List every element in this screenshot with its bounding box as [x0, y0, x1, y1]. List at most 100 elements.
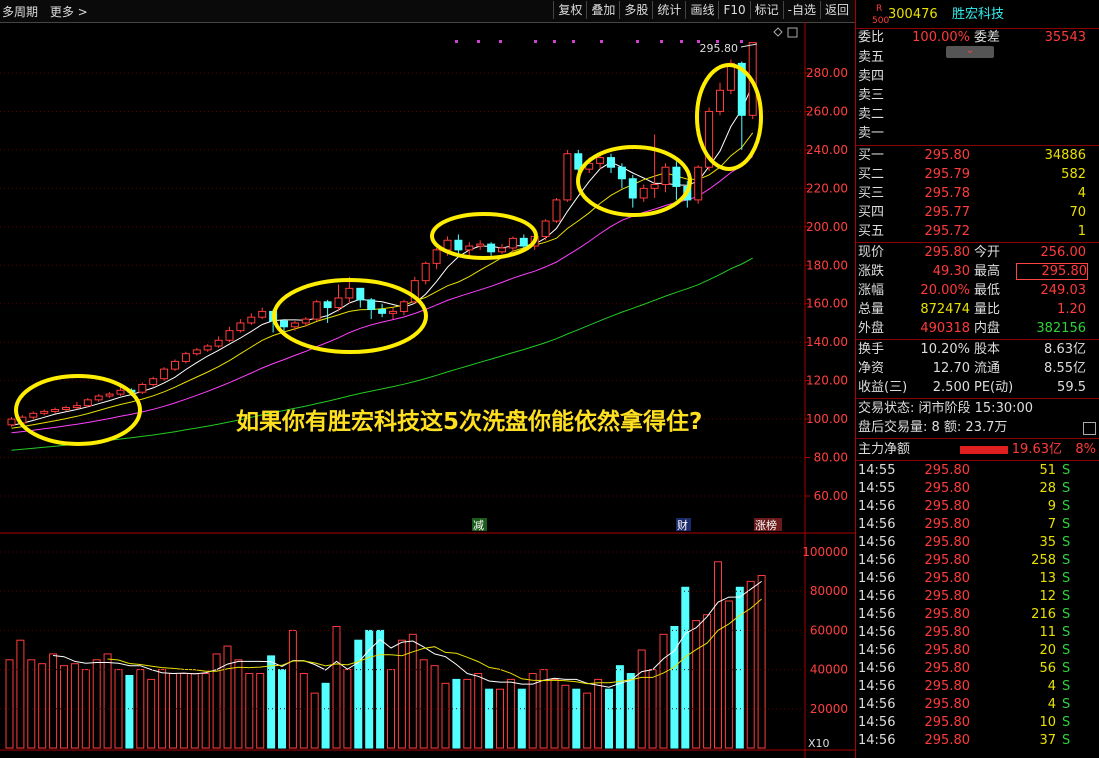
volume-bar[interactable] [703, 614, 712, 749]
candle[interactable] [617, 166, 626, 180]
candle[interactable] [171, 360, 179, 370]
diamond-icon[interactable] [773, 27, 783, 37]
window-toggle-icon[interactable] [787, 27, 798, 38]
volume-bar[interactable] [310, 692, 319, 749]
volume-bar[interactable] [517, 688, 526, 749]
candle[interactable] [323, 301, 332, 309]
candle[interactable] [62, 407, 70, 410]
volume-bar[interactable] [201, 673, 210, 749]
candle[interactable] [105, 393, 114, 397]
volume-bar[interactable] [376, 629, 385, 749]
candle[interactable] [192, 349, 201, 355]
kline-chart-area[interactable]: 多周期 更多 > 复权 叠加 多股 统计 画线 F10 标记 -自选 返回 280.00 260.… [0, 0, 855, 758]
chart-canvas[interactable]: 280.00 260.00 240.00 220.00 200.00 180.00 160.… [0, 0, 855, 758]
candle[interactable] [628, 178, 637, 199]
marker-jian[interactable]: 减 [473, 519, 484, 532]
volume-bar[interactable] [583, 692, 592, 749]
volume-bar[interactable] [724, 600, 733, 749]
candle[interactable] [454, 239, 463, 251]
candle[interactable] [312, 301, 321, 320]
candle[interactable] [498, 247, 506, 253]
volume-bar[interactable] [626, 673, 635, 749]
volume-bar[interactable] [49, 653, 58, 749]
volume-bar[interactable] [92, 659, 101, 749]
candle[interactable] [356, 287, 365, 301]
volume-bar[interactable] [615, 665, 624, 749]
volume-bar[interactable] [659, 633, 668, 749]
candle[interactable] [116, 389, 125, 395]
volume-bar[interactable] [605, 688, 613, 749]
candle[interactable] [476, 243, 485, 247]
volume-bar[interactable] [681, 586, 690, 749]
candle[interactable] [236, 322, 245, 332]
candle[interactable] [519, 237, 528, 247]
volume-bar[interactable] [463, 678, 472, 749]
candle[interactable] [650, 184, 659, 189]
candle[interactable] [367, 299, 376, 310]
candle[interactable] [290, 322, 299, 328]
candle[interactable] [334, 297, 343, 309]
volume-bar[interactable] [5, 659, 14, 749]
volume-bar[interactable] [485, 688, 494, 749]
candle[interactable] [508, 237, 517, 249]
candle[interactable] [280, 320, 288, 328]
candle[interactable] [563, 153, 572, 201]
marker-cai[interactable]: 财 [677, 518, 688, 532]
volume-bar[interactable] [561, 684, 570, 749]
volume-bar[interactable] [550, 678, 559, 749]
candle[interactable] [541, 220, 550, 237]
volume-bar[interactable] [692, 620, 701, 749]
candle[interactable] [421, 262, 430, 282]
expand-icon[interactable] [1083, 422, 1096, 435]
volume-bar[interactable] [714, 561, 722, 749]
candle[interactable] [94, 395, 103, 401]
volume-bar[interactable] [256, 673, 265, 749]
volume-bar[interactable] [496, 688, 504, 749]
volume-bar[interactable] [27, 659, 36, 749]
volume-bar[interactable] [735, 586, 744, 749]
volume-bar[interactable] [594, 678, 603, 749]
candle[interactable] [432, 249, 441, 264]
volume-bar[interactable] [670, 625, 679, 749]
candle[interactable] [661, 166, 670, 186]
candle[interactable] [487, 243, 496, 253]
candle[interactable] [596, 157, 605, 164]
candle[interactable] [399, 301, 408, 312]
candle[interactable] [672, 166, 681, 187]
volume-bar[interactable] [419, 659, 428, 749]
volume-bar[interactable] [16, 639, 25, 749]
candle[interactable] [716, 89, 724, 112]
candle[interactable] [378, 308, 387, 314]
candle[interactable] [214, 339, 223, 347]
candle[interactable] [639, 187, 648, 199]
candle[interactable] [203, 345, 212, 351]
volume-bar[interactable] [288, 629, 297, 749]
candle[interactable] [694, 166, 703, 201]
candle[interactable] [160, 368, 169, 380]
candle[interactable] [258, 310, 267, 318]
candle[interactable] [7, 418, 16, 426]
volume-bar[interactable] [179, 673, 188, 749]
marker-zhangbang[interactable]: 涨榜 [755, 518, 777, 532]
candle[interactable] [301, 318, 310, 324]
candle[interactable] [29, 412, 38, 418]
volume-bar[interactable] [506, 678, 515, 749]
candle[interactable] [389, 310, 397, 314]
candle[interactable] [607, 157, 615, 168]
volume-bar[interactable] [299, 673, 308, 749]
volume-bar[interactable] [528, 673, 537, 749]
volume-bar[interactable] [223, 645, 232, 749]
candle[interactable] [138, 383, 147, 393]
candle[interactable] [552, 199, 561, 222]
candle[interactable] [72, 405, 81, 409]
candle[interactable] [181, 353, 190, 362]
volume-bar[interactable] [637, 649, 646, 749]
volume-bar[interactable] [169, 673, 177, 749]
volume-bar[interactable] [245, 673, 254, 749]
volume-bar[interactable] [572, 688, 581, 749]
candle[interactable] [225, 330, 234, 341]
volume-bar[interactable] [474, 673, 483, 749]
candle[interactable] [247, 316, 256, 324]
volume-bar[interactable] [70, 663, 79, 749]
volume-bar[interactable] [147, 678, 156, 749]
